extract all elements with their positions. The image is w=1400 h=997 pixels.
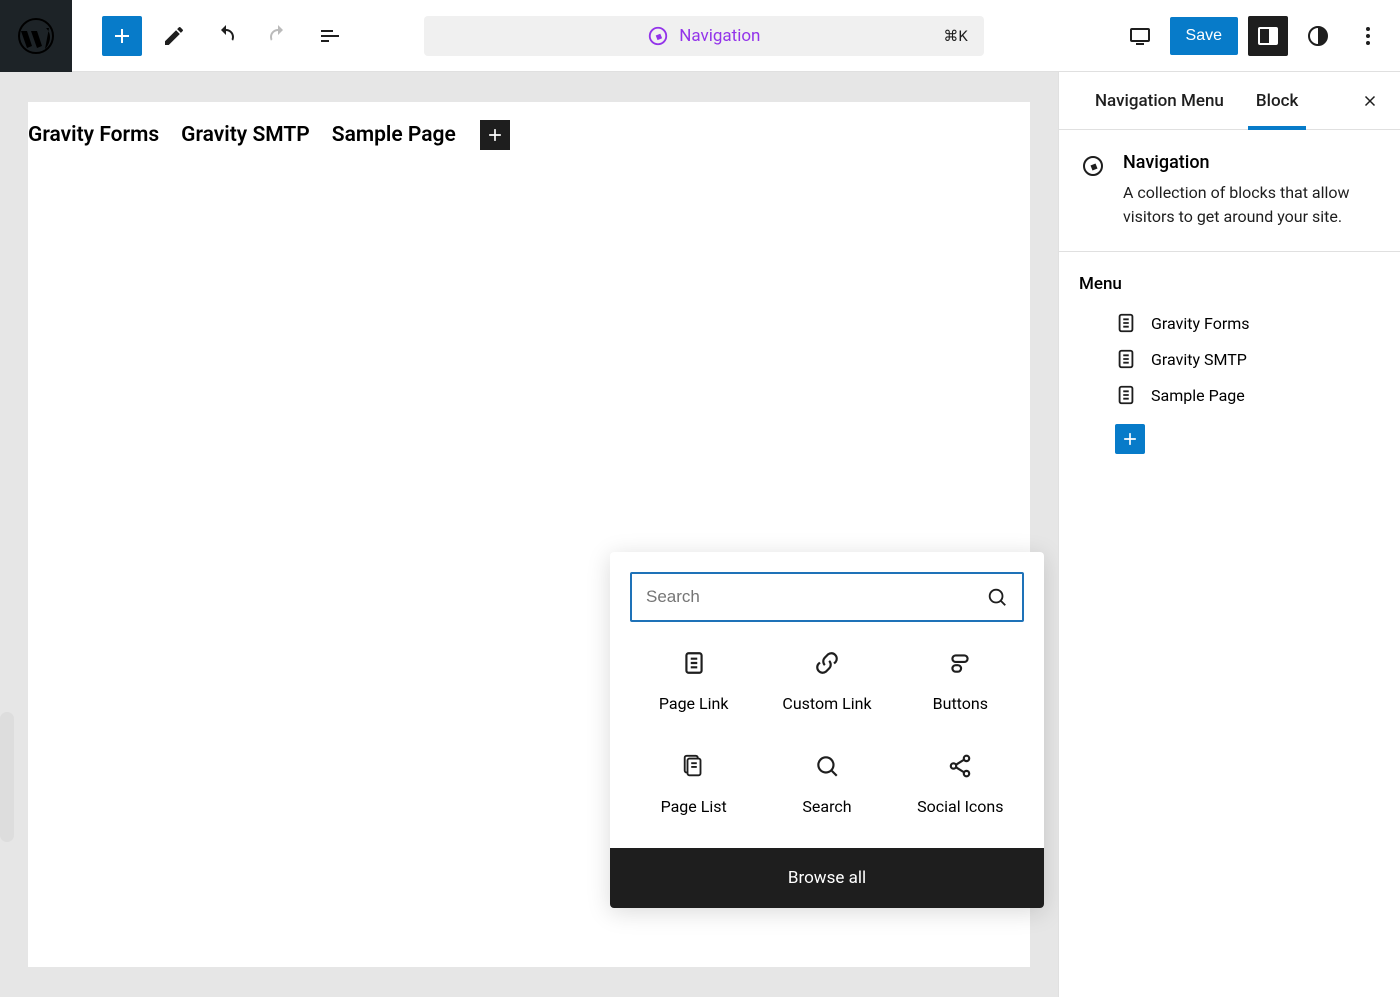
styles-button[interactable]: [1298, 16, 1338, 56]
block-option-label: Buttons: [933, 694, 988, 713]
tools-button[interactable]: [154, 16, 194, 56]
buttons-icon: [947, 650, 973, 676]
settings-sidebar: Navigation Menu Block Navigation A colle…: [1058, 72, 1400, 997]
link-icon: [814, 650, 840, 676]
block-search[interactable]: [630, 572, 1024, 622]
block-option-label: Search: [802, 797, 851, 816]
kbd-shortcut: ⌘K: [943, 27, 967, 45]
page-icon: [1115, 384, 1137, 406]
search-icon: [814, 753, 840, 779]
search-icon: [986, 586, 1008, 608]
toggle-block-inserter[interactable]: [102, 16, 142, 56]
quick-inserter-popover: Page Link Custom Link Buttons Page List: [610, 552, 1044, 908]
block-title: Navigation: [1123, 152, 1380, 173]
view-button[interactable]: [1120, 16, 1160, 56]
save-button[interactable]: Save: [1170, 17, 1238, 55]
menu-item[interactable]: Gravity Forms: [1115, 312, 1380, 334]
menu-item-label: Gravity SMTP: [1151, 350, 1247, 369]
page-icon: [681, 650, 707, 676]
settings-sidebar-toggle[interactable]: [1248, 16, 1288, 56]
nav-item[interactable]: Gravity SMTP: [181, 123, 310, 147]
tab-navigation-menu[interactable]: Navigation Menu: [1079, 72, 1240, 129]
block-option-custom-link[interactable]: Custom Link: [763, 650, 890, 713]
menu-item[interactable]: Sample Page: [1115, 384, 1380, 406]
block-option-social-icons[interactable]: Social Icons: [897, 753, 1024, 816]
block-option-search[interactable]: Search: [763, 753, 890, 816]
add-block-button[interactable]: [480, 120, 510, 150]
block-option-page-list[interactable]: Page List: [630, 753, 757, 816]
browse-all-button[interactable]: Browse all: [610, 848, 1044, 908]
page-icon: [1115, 348, 1137, 370]
redo-button[interactable]: [258, 16, 298, 56]
menu-heading: Menu: [1079, 274, 1380, 294]
share-icon: [947, 753, 973, 779]
options-button[interactable]: [1348, 16, 1388, 56]
page-list-icon: [681, 753, 707, 779]
nav-item[interactable]: Sample Page: [332, 123, 456, 147]
command-bar[interactable]: Navigation ⌘K: [424, 16, 984, 56]
menu-item[interactable]: Gravity SMTP: [1115, 348, 1380, 370]
add-menu-item-button[interactable]: [1115, 424, 1145, 454]
wordpress-logo[interactable]: [0, 0, 72, 72]
document-overview-button[interactable]: [310, 16, 350, 56]
block-search-input[interactable]: [646, 587, 986, 607]
menu-item-label: Sample Page: [1151, 386, 1245, 405]
nav-item[interactable]: Gravity Forms: [28, 123, 159, 147]
block-option-label: Page List: [661, 797, 727, 816]
block-option-buttons[interactable]: Buttons: [897, 650, 1024, 713]
compass-icon: [647, 25, 669, 47]
close-sidebar-button[interactable]: [1356, 87, 1384, 115]
block-option-label: Social Icons: [917, 797, 1003, 816]
block-option-page-link[interactable]: Page Link: [630, 650, 757, 713]
page-icon: [1115, 312, 1137, 334]
tab-block[interactable]: Block: [1240, 72, 1314, 129]
block-option-label: Page Link: [659, 694, 729, 713]
document-title: Navigation: [679, 26, 760, 46]
undo-button[interactable]: [206, 16, 246, 56]
menu-item-label: Gravity Forms: [1151, 314, 1250, 333]
scrollbar[interactable]: [0, 712, 14, 842]
compass-icon: [1079, 152, 1107, 180]
navigation-block[interactable]: Gravity Forms Gravity SMTP Sample Page: [28, 112, 1030, 158]
block-option-label: Custom Link: [782, 694, 871, 713]
block-description: A collection of blocks that allow visito…: [1123, 181, 1380, 229]
